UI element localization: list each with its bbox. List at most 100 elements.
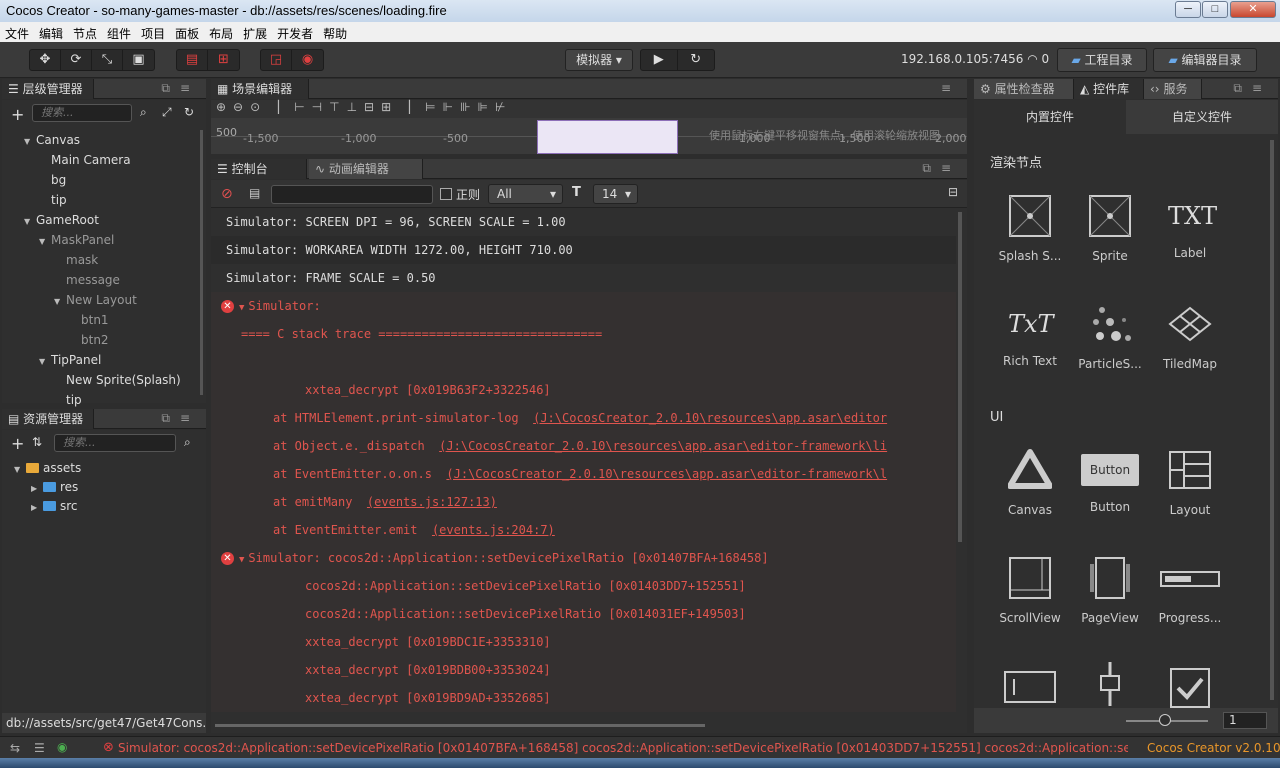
console-error-row[interactable]: xxtea_decrypt [0x019BDB00+3353024]	[211, 656, 956, 684]
console-log-row[interactable]: Simulator: WORKAREA WIDTH 1272.00, HEIGH…	[211, 236, 956, 264]
console-error-row[interactable]: at EventEmitter.o.on.s (J:\CocosCreator_…	[211, 460, 956, 488]
chevron-down-icon[interactable]: ▼	[39, 237, 51, 246]
widget-progress-bar[interactable]: Progress...	[1150, 556, 1230, 625]
console-error-row[interactable]: cocos2d::Application::setDevicePixelRati…	[211, 600, 956, 628]
hierarchy-node[interactable]: ▼ New Layout	[54, 293, 137, 307]
console-error-row[interactable]: at EventEmitter.emit (events.js:204:7)	[211, 516, 956, 544]
search-icon[interactable]: ⌕	[140, 105, 147, 120]
console-error-row[interactable]: at Object.e._dispatch (J:\CocosCreator_2…	[211, 432, 956, 460]
menu-developer[interactable]: 开发者	[272, 22, 318, 42]
widget-tiled-map[interactable]: TiledMap	[1150, 302, 1230, 371]
log-level-select[interactable]: All ▾	[488, 184, 563, 204]
refresh-icon[interactable]: ⇆	[10, 741, 20, 755]
database-icon[interactable]: ☰	[34, 741, 45, 755]
status-message[interactable]: Simulator: cocos2d::Application::setDevi…	[118, 741, 1128, 755]
hierarchy-node[interactable]: btn2	[69, 333, 109, 347]
chevron-down-icon[interactable]: ▼	[14, 465, 26, 474]
stack-trace-link[interactable]: (events.js:127:13)	[367, 495, 497, 509]
preview-address[interactable]: 192.168.0.105:7456 ◠ 0	[901, 52, 1049, 66]
eye-icon[interactable]: ◉	[57, 740, 67, 754]
hierarchy-node[interactable]: ▼ GameRoot	[24, 213, 99, 227]
refresh-icon[interactable]: ↻	[678, 50, 715, 70]
menu-panel[interactable]: 面板	[170, 22, 204, 42]
open-log-icon[interactable]: ▤	[249, 186, 260, 200]
console-error-row[interactable]: xxtea_decrypt [0x019BDC1E+3353310]	[211, 628, 956, 656]
stack-trace-link[interactable]: (J:\CocosCreator_2.0.10\resources\app.as…	[446, 467, 887, 481]
widget-sprite[interactable]: Sprite	[1070, 194, 1150, 263]
pivot-icon[interactable]: ▤	[177, 50, 208, 70]
local-icon[interactable]: ⊞	[208, 50, 239, 70]
tab-builtin-widgets[interactable]: 内置控件	[974, 100, 1126, 134]
scale-tool-icon[interactable]: ⤡	[92, 50, 123, 70]
collapse-icon[interactable]: ⊟	[948, 185, 958, 199]
hierarchy-node[interactable]: tip	[54, 393, 82, 407]
menu-file[interactable]: 文件	[0, 22, 34, 42]
console-error-row[interactable]	[211, 348, 956, 376]
refresh-icon[interactable]: ↻	[184, 105, 194, 119]
stack-trace-link[interactable]: (J:\CocosCreator_2.0.10\resources\app.as…	[439, 439, 887, 453]
console-error-row[interactable]: at HTMLElement.print-simulator-log (J:\C…	[211, 404, 956, 432]
hierarchy-node[interactable]: message	[54, 273, 120, 287]
widgets-scrollbar[interactable]	[1270, 140, 1274, 700]
hierarchy-search-input[interactable]: 搜索...	[32, 104, 132, 122]
tab-service[interactable]: ‹› 服务	[1144, 79, 1202, 99]
scene-align-toolbar[interactable]: ⊕⊖⊙ ▏⊢⊣⊤⊥⊟⊞ ▏⊨⊩⊪⊫⊬	[211, 100, 967, 118]
chevron-right-icon[interactable]: ▶	[31, 484, 43, 493]
console-error-row[interactable]: xxtea_decrypt [0x019B63F2+3322546]	[211, 376, 956, 404]
widget-label[interactable]: TXT Label	[1150, 194, 1230, 260]
tab-hierarchy[interactable]: ☰ 层级管理器	[2, 79, 94, 99]
widget-scroll-view[interactable]: ScrollView	[990, 556, 1070, 625]
search-icon[interactable]: ⌕	[184, 435, 191, 450]
asset-item[interactable]: ▼ assets	[14, 461, 81, 475]
gizmo-icon[interactable]: ◉	[292, 50, 323, 70]
maximize-button[interactable]: □	[1202, 1, 1228, 18]
hierarchy-node[interactable]: Main Camera	[39, 153, 131, 167]
snap-icon[interactable]: ◲	[261, 50, 292, 70]
hierarchy-node[interactable]: ▼ MaskPanel	[39, 233, 114, 247]
widget-slider[interactable]	[1070, 662, 1150, 708]
hierarchy-node[interactable]: mask	[54, 253, 98, 267]
simulator-select[interactable]: 模拟器 ▾	[565, 49, 633, 71]
tab-console[interactable]: ☰ 控制台	[211, 159, 307, 179]
tab-custom-widgets[interactable]: 自定义控件	[1126, 100, 1278, 134]
hierarchy-node[interactable]: New Sprite(Splash)	[54, 373, 181, 387]
minimize-button[interactable]: ─	[1175, 1, 1201, 18]
assets-search-input[interactable]: 搜索...	[54, 434, 176, 452]
console-hscrollbar[interactable]	[215, 724, 705, 727]
console-error-row[interactable]: ✕ ▼ Simulator: cocos2d::Application::setDe…	[211, 544, 956, 572]
add-asset-icon[interactable]: +	[11, 434, 24, 453]
rotate-tool-icon[interactable]: ⟳	[61, 50, 92, 70]
menu-component[interactable]: 组件	[102, 22, 136, 42]
panel-menu-icon[interactable]: ⧉≡	[161, 81, 200, 96]
menu-node[interactable]: 节点	[68, 22, 102, 42]
play-icon[interactable]: ▶	[641, 50, 678, 70]
console-error-row[interactable]: at emitMany (events.js:127:13)	[211, 488, 956, 516]
widget-toggle[interactable]	[1150, 666, 1230, 708]
tab-animation[interactable]: ∿ 动画编辑器	[309, 159, 423, 179]
chevron-down-icon[interactable]: ▼	[24, 137, 36, 146]
widget-particle-system[interactable]: ParticleS...	[1070, 302, 1150, 371]
menu-edit[interactable]: 编辑	[34, 22, 68, 42]
move-tool-icon[interactable]: ✥	[30, 50, 61, 70]
clear-console-icon[interactable]: ⊘	[221, 186, 233, 202]
widget-splash-sprite[interactable]: Splash S...	[990, 194, 1070, 263]
panel-menu-icon[interactable]: ≡	[941, 81, 961, 95]
widget-page-view[interactable]: PageView	[1070, 556, 1150, 625]
hierarchy-node[interactable]: ▼ TipPanel	[39, 353, 101, 367]
stack-trace-link[interactable]: (events.js:204:7)	[432, 523, 555, 537]
scene-view[interactable]: 500 -1,500 -1,000 -500 1,000 1,500 2,000…	[211, 118, 967, 154]
widget-rich-text[interactable]: TxT Rich Text	[990, 302, 1070, 368]
tab-assets[interactable]: ▤ 资源管理器	[2, 409, 94, 429]
sort-icon[interactable]: ⇅	[32, 435, 42, 449]
menu-extension[interactable]: 扩展	[238, 22, 272, 42]
close-button[interactable]: ✕	[1230, 1, 1276, 18]
console-log-row[interactable]: Simulator: FRAME SCALE = 0.50	[211, 264, 956, 292]
tab-widgets[interactable]: ◭ 控件库	[1074, 79, 1144, 99]
chevron-down-icon[interactable]: ▼	[239, 555, 244, 565]
hierarchy-node[interactable]: tip	[39, 193, 67, 207]
widget-editbox[interactable]	[990, 666, 1070, 708]
tab-inspector[interactable]: ⚙ 属性检查器	[974, 79, 1074, 99]
regex-checkbox[interactable]	[440, 188, 452, 200]
chevron-down-icon[interactable]: ▼	[54, 297, 66, 306]
hierarchy-node[interactable]: bg	[39, 173, 66, 187]
